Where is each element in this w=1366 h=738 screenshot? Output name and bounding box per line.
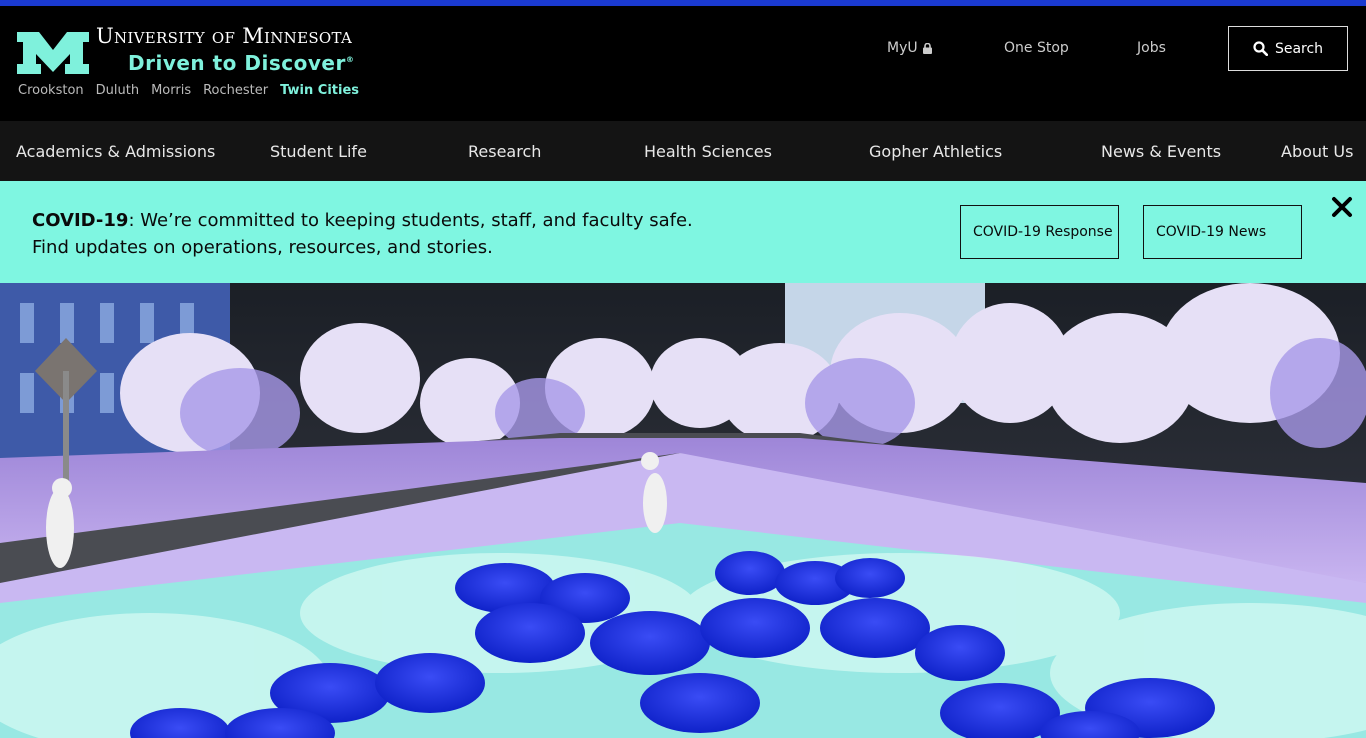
hero-campus-scene: [0, 283, 1366, 738]
covid-alert-message: COVID-19: We’re committed to keeping stu…: [32, 207, 693, 261]
campus-link-crookston[interactable]: Crookston: [18, 83, 84, 98]
hero-image: [0, 283, 1366, 738]
main-navigation: Academics & Admissions Student Life Rese…: [0, 121, 1366, 181]
campus-links: Crookston Duluth Morris Rochester Twin C…: [18, 83, 359, 98]
covid-news-button[interactable]: COVID-19 News: [1143, 205, 1302, 259]
myu-link[interactable]: MyU: [887, 40, 932, 56]
covid-label: COVID-19: [32, 210, 129, 231]
nav-health-sciences[interactable]: Health Sciences: [644, 142, 772, 161]
nav-gopher-athletics[interactable]: Gopher Athletics: [869, 142, 1002, 161]
covid-line-1: : We’re committed to keeping students, s…: [128, 210, 693, 231]
registered-mark: ®: [345, 55, 355, 64]
close-icon[interactable]: [1330, 195, 1354, 219]
search-button[interactable]: Search: [1228, 26, 1348, 71]
block-m-logo[interactable]: [17, 32, 89, 74]
university-wordmark[interactable]: University of Minnesota: [96, 24, 352, 48]
campus-link-twin-cities[interactable]: Twin Cities: [280, 83, 359, 98]
covid-alert-banner: COVID-19: We’re committed to keeping stu…: [0, 181, 1366, 283]
tagline: Driven to Discover®: [128, 51, 354, 75]
covid-response-button[interactable]: COVID-19 Response: [960, 205, 1119, 259]
covid-line-2: Find updates on operations, resources, a…: [32, 237, 493, 258]
tagline-text: Driven to Discover: [128, 51, 346, 75]
campus-link-duluth[interactable]: Duluth: [96, 83, 139, 98]
myu-label: MyU: [887, 40, 918, 56]
campus-link-rochester[interactable]: Rochester: [203, 83, 268, 98]
one-stop-link[interactable]: One Stop: [1004, 40, 1069, 56]
nav-news-events[interactable]: News & Events: [1101, 142, 1221, 161]
lock-icon: [922, 42, 932, 54]
nav-research[interactable]: Research: [468, 142, 541, 161]
nav-student-life[interactable]: Student Life: [270, 142, 367, 161]
jobs-link[interactable]: Jobs: [1137, 40, 1166, 56]
campus-link-morris[interactable]: Morris: [151, 83, 191, 98]
nav-academics-admissions[interactable]: Academics & Admissions: [16, 142, 215, 161]
site-header: University of Minnesota Driven to Discov…: [0, 6, 1366, 121]
search-icon: [1253, 41, 1268, 56]
nav-about-us[interactable]: About Us: [1281, 142, 1353, 161]
search-label: Search: [1274, 40, 1324, 57]
